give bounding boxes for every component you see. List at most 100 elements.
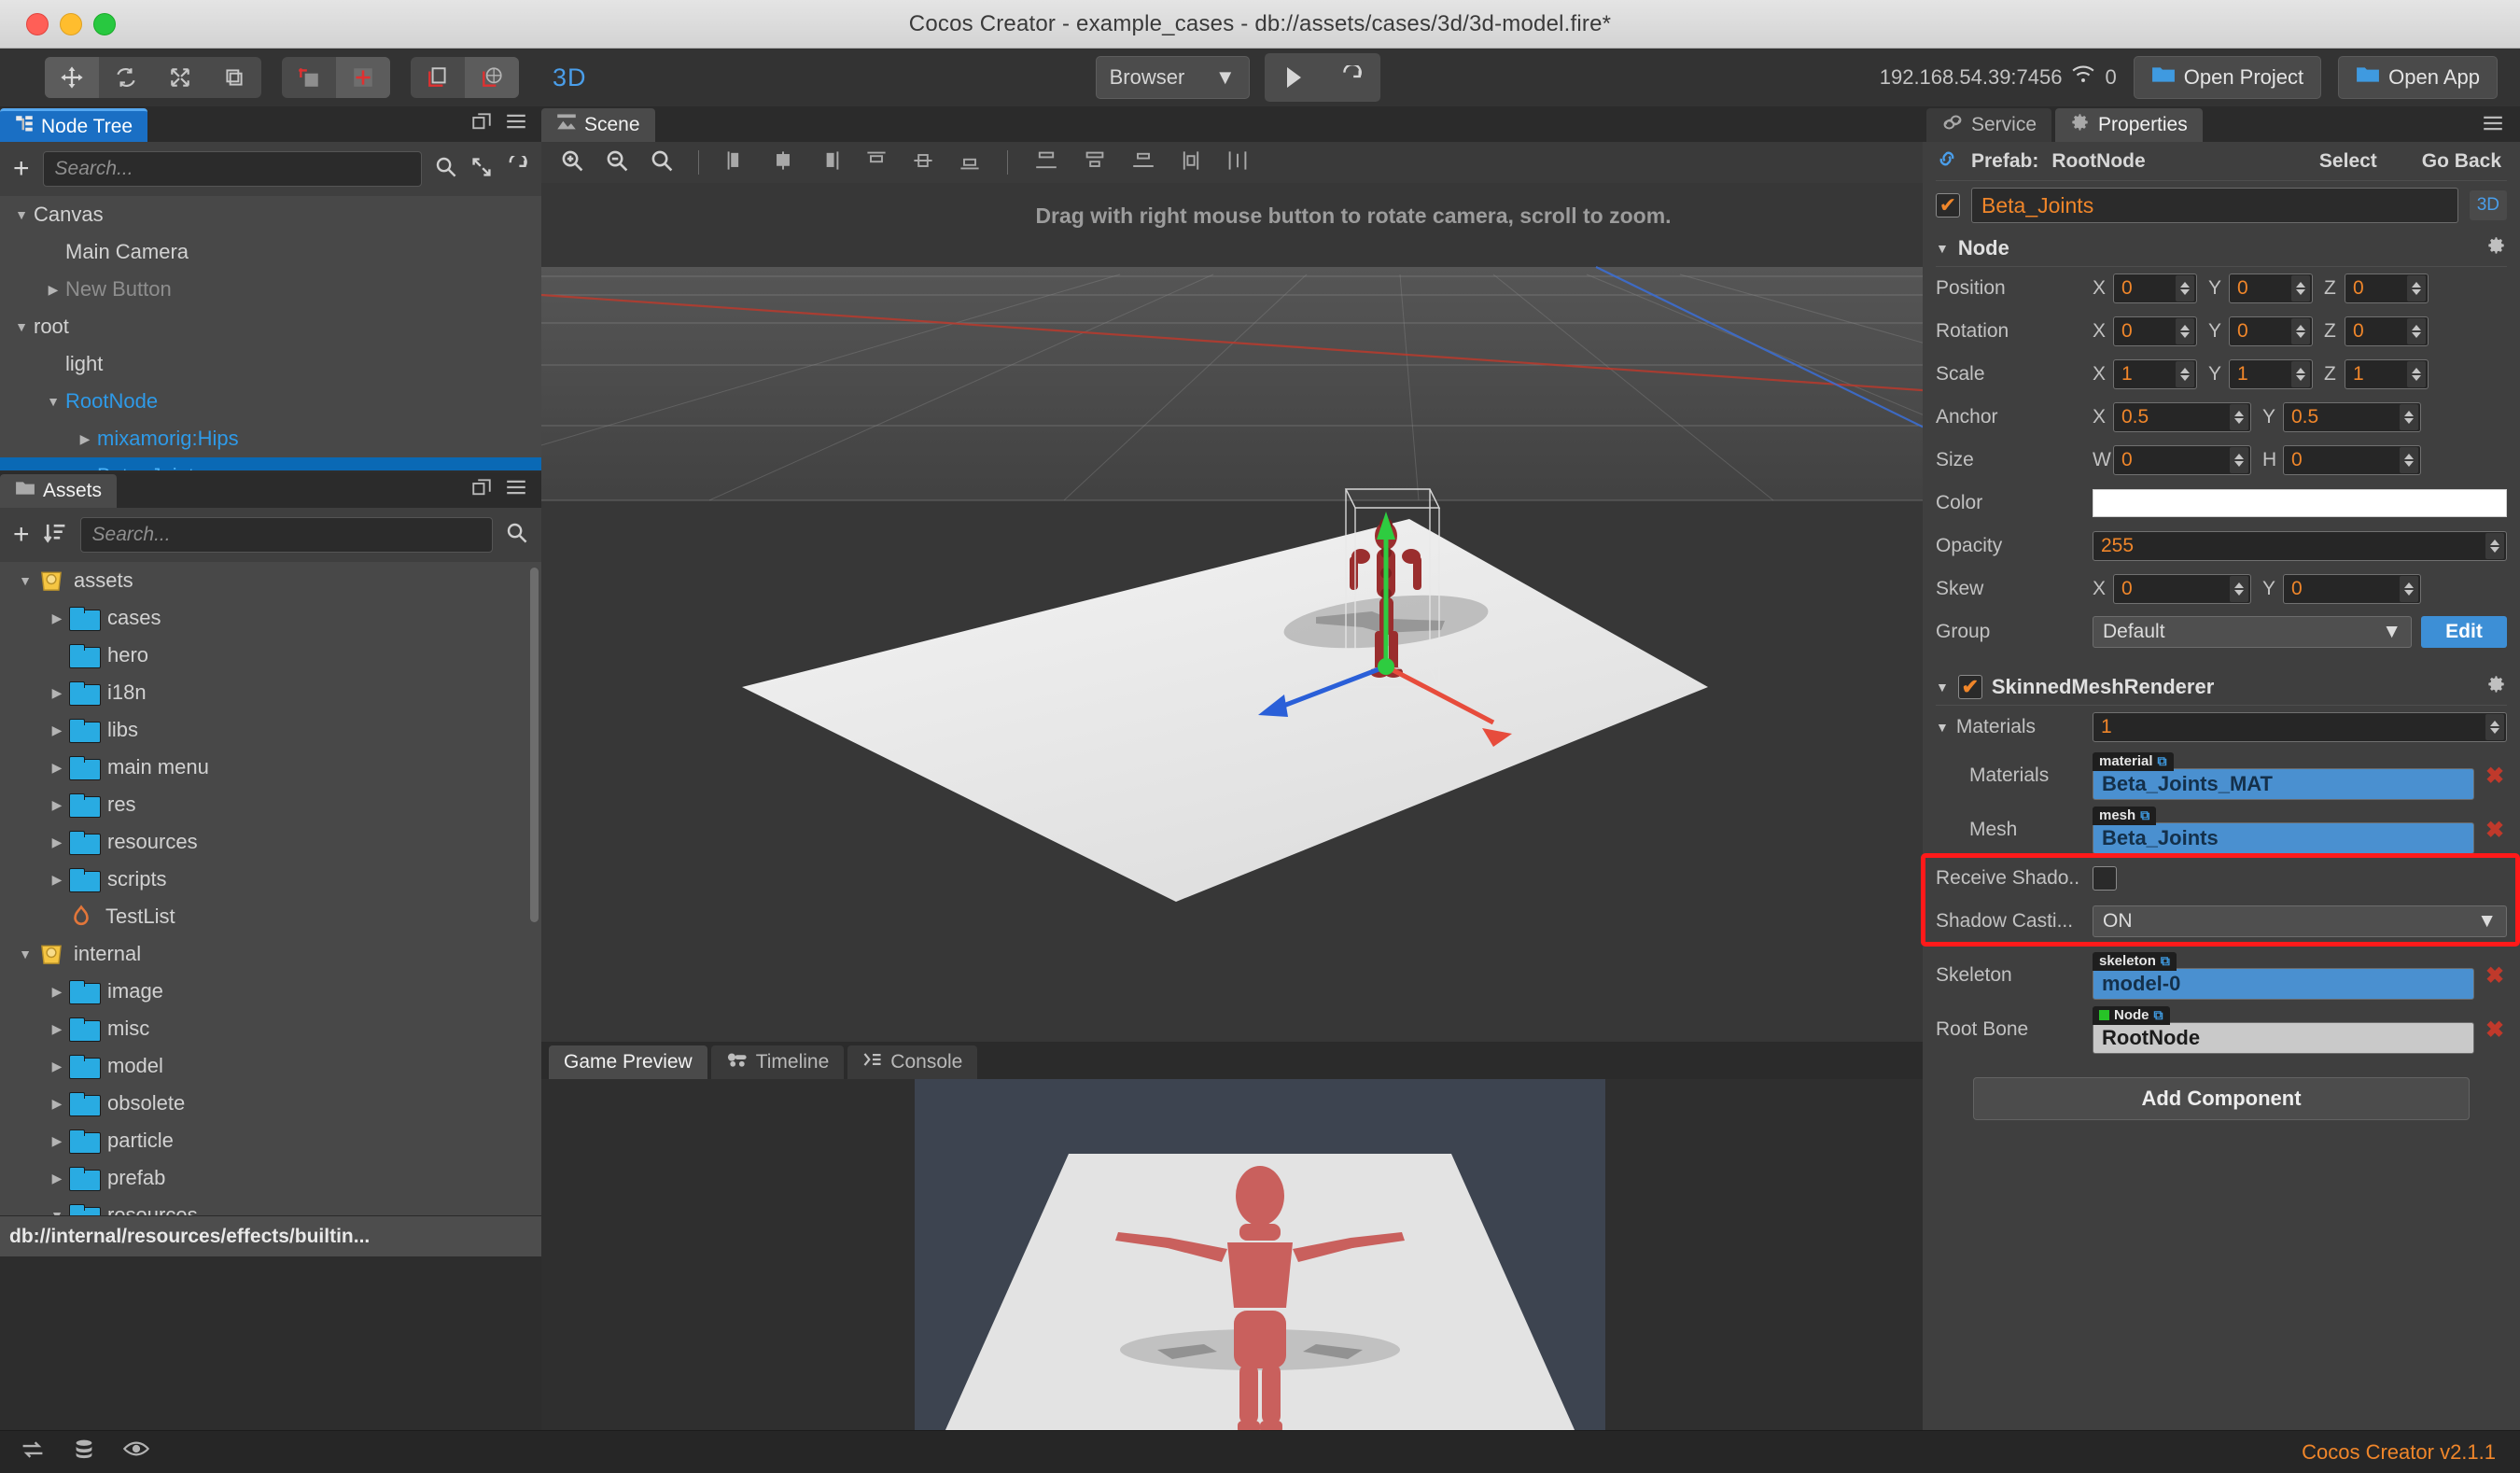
assets-list-item[interactable]: ▶ libs <box>0 711 541 749</box>
align-left-icon[interactable] <box>716 149 757 176</box>
materials-clear-button[interactable]: ✖ <box>2483 763 2507 790</box>
chevron-down-icon[interactable]: ▼ <box>9 207 34 222</box>
assets-list-item[interactable]: ▼ resources <box>0 1197 541 1215</box>
color-swatch[interactable] <box>2093 489 2507 517</box>
align-middle-icon[interactable] <box>903 149 944 176</box>
move-tool-icon[interactable] <box>45 57 99 98</box>
chevron-right-icon[interactable]: ▶ <box>45 685 69 701</box>
assets-list-item[interactable]: ▶ cases <box>0 599 541 637</box>
global-coord-tool-icon[interactable] <box>465 57 519 98</box>
bottom-panel-tabbar[interactable]: Game Preview Timeline Console <box>541 1042 2165 1079</box>
panel-menu-icon[interactable] <box>506 113 526 136</box>
play-icon[interactable] <box>1265 53 1323 102</box>
skeleton-clear-button[interactable]: ✖ <box>2483 962 2507 989</box>
align-top-icon[interactable] <box>856 149 897 176</box>
node-tree-item[interactable]: light <box>0 345 541 383</box>
root-bone-clear-button[interactable]: ✖ <box>2483 1017 2507 1044</box>
scale-y-stepper[interactable] <box>2291 361 2310 387</box>
anchor-x-stepper[interactable] <box>2230 404 2248 430</box>
search-icon[interactable] <box>506 522 528 549</box>
assets-search-input[interactable]: Search... <box>79 517 493 553</box>
play-controls[interactable] <box>1264 53 1380 102</box>
view-mode-toggle[interactable]: 3D <box>543 60 596 96</box>
position-z-stepper[interactable] <box>2407 275 2426 302</box>
align-right-icon[interactable] <box>809 149 850 176</box>
prefab-go-back-button[interactable]: Go Back <box>2422 150 2501 173</box>
node-tree-item[interactable]: ▶ New Button <box>0 271 541 308</box>
panel-menu-icon[interactable] <box>2483 115 2520 142</box>
assets-list-item[interactable]: ▶ i18n <box>0 674 541 711</box>
distribute-top-icon[interactable] <box>1025 149 1068 176</box>
skew-y-stepper[interactable] <box>2400 576 2418 602</box>
assets-list-item[interactable]: ▶ obsolete <box>0 1085 541 1122</box>
tab-node-tree[interactable]: Node Tree <box>0 108 148 142</box>
renderer-enabled-checkbox[interactable]: ✔ <box>1957 674 1982 699</box>
chevron-right-icon[interactable]: ▶ <box>45 610 69 626</box>
open-project-button[interactable]: Open Project <box>2133 56 2322 99</box>
node-3d-badge[interactable]: 3D <box>2469 190 2507 220</box>
external-link-icon[interactable]: ⧉ <box>2154 1007 2163 1023</box>
opacity-input[interactable]: 255 <box>2093 531 2507 561</box>
assets-list-item[interactable]: ▶ misc <box>0 1010 541 1047</box>
pivot-tool-group[interactable] <box>282 57 390 98</box>
node-tree-panel-actions[interactable] <box>472 113 541 142</box>
node-enabled-checkbox[interactable]: ✔ <box>1936 193 1960 217</box>
rotation-y-input[interactable]: 0 <box>2229 316 2313 346</box>
popout-icon[interactable] <box>472 479 491 502</box>
align-center-h-icon[interactable] <box>763 149 804 176</box>
rotate-tool-icon[interactable] <box>99 57 153 98</box>
tab-scene[interactable]: Scene <box>541 108 655 142</box>
scale-x-input[interactable]: 1 <box>2113 359 2197 389</box>
tab-service[interactable]: Service <box>1926 108 2052 142</box>
coord-tool-group[interactable] <box>411 57 519 98</box>
rotation-y-stepper[interactable] <box>2291 318 2310 344</box>
skew-x-stepper[interactable] <box>2230 576 2248 602</box>
rotation-z-stepper[interactable] <box>2407 318 2426 344</box>
node-tree-item[interactable]: ▶ mixamorig:Hips <box>0 420 541 457</box>
external-link-icon[interactable]: ⧉ <box>2140 807 2149 823</box>
scale-z-input[interactable]: 1 <box>2345 359 2429 389</box>
group-select[interactable]: Default ▼ <box>2093 616 2412 648</box>
tab-game-preview[interactable]: Game Preview <box>549 1045 707 1079</box>
chevron-down-icon[interactable]: ▼ <box>45 1208 69 1215</box>
chevron-right-icon[interactable]: ▶ <box>45 872 69 888</box>
assets-list-item[interactable]: ▶ main menu <box>0 749 541 786</box>
search-icon[interactable] <box>435 156 457 183</box>
external-link-icon[interactable]: ⧉ <box>2158 753 2167 769</box>
game-preview-panel[interactable] <box>541 1079 2165 1473</box>
chevron-down-icon[interactable]: ▼ <box>13 573 37 588</box>
skew-y-input[interactable]: 0 <box>2283 574 2421 604</box>
create-asset-icon[interactable]: + <box>13 521 30 549</box>
assets-list-item[interactable]: ▶ prefab <box>0 1159 541 1197</box>
database-icon[interactable] <box>73 1438 95 1466</box>
skeleton-asset-field[interactable]: model-0 <box>2093 967 2474 1000</box>
assets-list-item[interactable]: ▶ scripts <box>0 861 541 898</box>
size-w-stepper[interactable] <box>2230 447 2248 473</box>
chevron-right-icon[interactable]: ▶ <box>41 282 65 298</box>
scale-y-input[interactable]: 1 <box>2229 359 2313 389</box>
pivot-tool-icon[interactable] <box>282 57 336 98</box>
distribute-bottom-icon[interactable] <box>1122 149 1165 176</box>
materials-count-stepper[interactable] <box>2485 714 2504 740</box>
node-tree-search-input[interactable]: Search... <box>42 151 422 187</box>
prefab-link-icon[interactable] <box>1936 147 1958 175</box>
gear-icon[interactable] <box>2486 235 2507 261</box>
assets-list-item[interactable]: ▶ model <box>0 1047 541 1085</box>
assets-list-item[interactable]: ▶ image <box>0 973 541 1010</box>
node-name-input[interactable]: Beta_Joints <box>1971 188 2458 223</box>
transform-tool-group[interactable] <box>45 57 261 98</box>
mesh-clear-button[interactable]: ✖ <box>2483 817 2507 844</box>
position-y-input[interactable]: 0 <box>2229 274 2313 303</box>
chevron-right-icon[interactable]: ▶ <box>45 835 69 850</box>
distribute-h-icon[interactable] <box>1170 149 1211 176</box>
size-h-input[interactable]: 0 <box>2283 445 2421 475</box>
chevron-right-icon[interactable]: ▶ <box>45 722 69 738</box>
node-tree-item[interactable]: ▼ Canvas <box>0 196 541 233</box>
status-bar-icons[interactable] <box>0 1438 150 1466</box>
center-tool-icon[interactable] <box>336 57 390 98</box>
materials-asset-field[interactable]: Beta_Joints_MAT <box>2093 767 2474 800</box>
chevron-right-icon[interactable]: ▶ <box>45 1021 69 1037</box>
node-tree-item[interactable]: Main Camera <box>0 233 541 271</box>
panel-menu-icon[interactable] <box>506 479 526 502</box>
node-tree-item[interactable]: Beta_Joints <box>0 457 541 470</box>
